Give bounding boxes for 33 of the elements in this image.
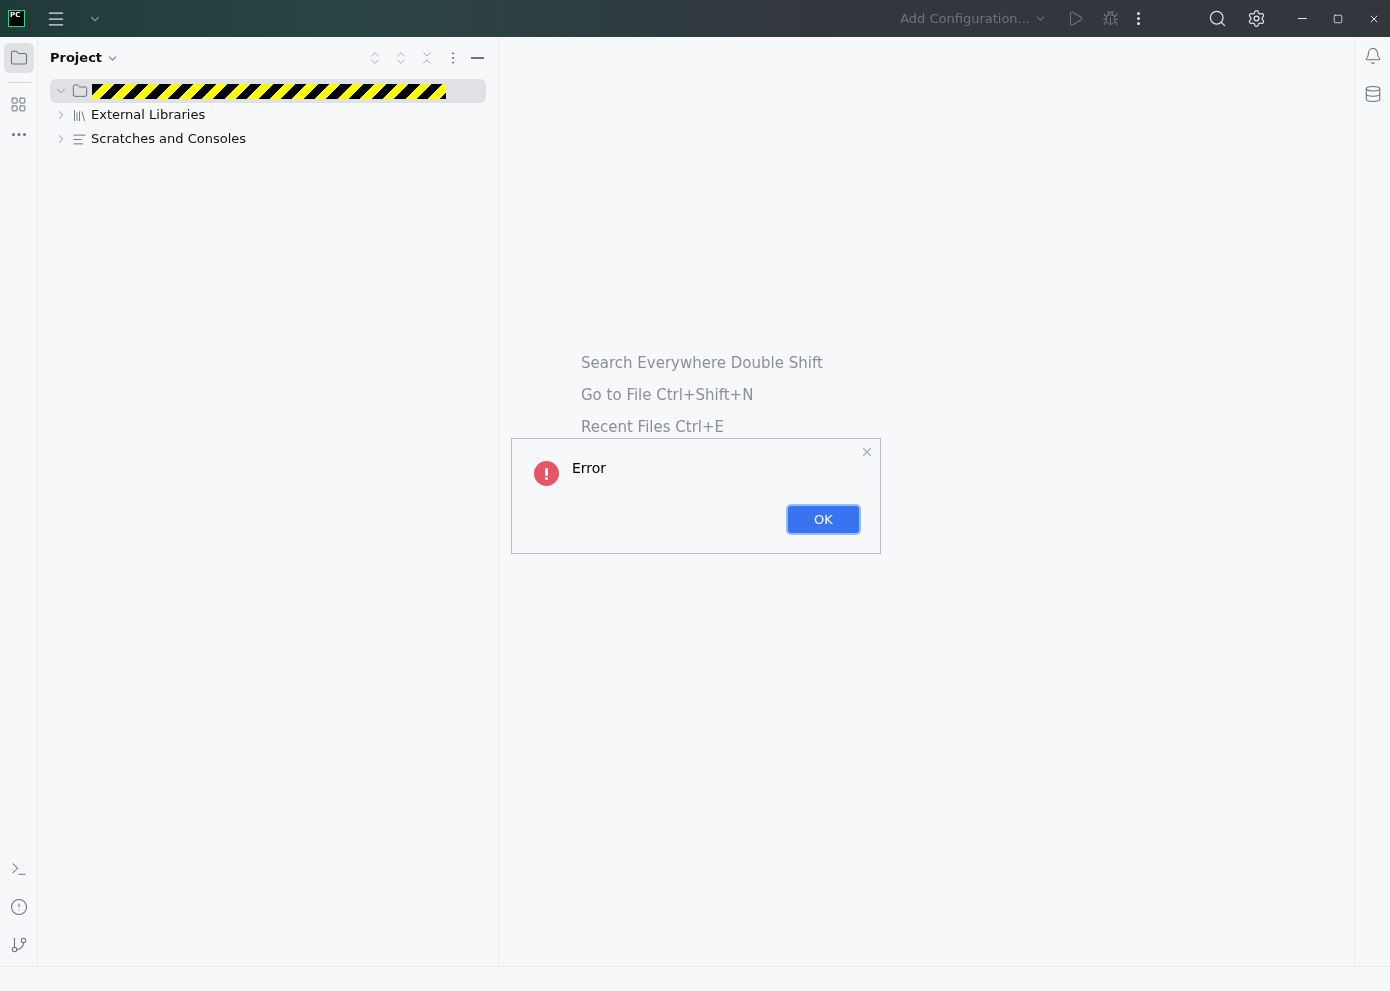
settings-button[interactable]	[1247, 9, 1266, 28]
git-tool-button[interactable]	[9, 936, 28, 954]
debug-button[interactable]	[1102, 10, 1119, 27]
notifications-button[interactable]	[1363, 47, 1382, 65]
more-button[interactable]	[1137, 12, 1140, 25]
more-icon	[1137, 12, 1140, 25]
run-button[interactable]	[1067, 10, 1084, 27]
structure-tool-button[interactable]	[10, 96, 27, 113]
project-tool-button[interactable]	[3, 43, 34, 73]
problems-tool-button[interactable]	[9, 898, 28, 916]
tree-row[interactable]: Scratches and Consoles	[50, 127, 486, 151]
error-icon	[534, 461, 559, 486]
tree-label: Scratches and Consoles	[91, 130, 247, 149]
dialog-message: Error	[572, 459, 607, 478]
editor-hint: Search Everywhere Double Shift	[581, 353, 823, 374]
database-button[interactable]	[1363, 85, 1382, 103]
library-icon	[72, 107, 87, 123]
maximize-button[interactable]	[1333, 13, 1343, 24]
project-panel-title[interactable]: Project	[50, 48, 120, 68]
tree-label: External Libraries	[91, 106, 206, 125]
tree-row[interactable]	[50, 79, 486, 103]
folder-icon	[72, 83, 88, 99]
scratches-icon	[72, 131, 87, 147]
more-tools-button[interactable]	[11, 133, 26, 136]
terminal-tool-button[interactable]	[9, 860, 28, 878]
search-button[interactable]	[1208, 9, 1227, 28]
tree-row[interactable]: External Libraries	[50, 103, 486, 127]
editor-hint: Recent Files Ctrl+E	[581, 417, 725, 438]
minimize-icon	[1297, 17, 1307, 20]
folder-icon	[9, 49, 28, 67]
ok-button[interactable]: OK	[786, 504, 861, 535]
editor-hint: Go to File Ctrl+Shift+N	[581, 385, 754, 406]
more-icon	[11, 133, 26, 136]
